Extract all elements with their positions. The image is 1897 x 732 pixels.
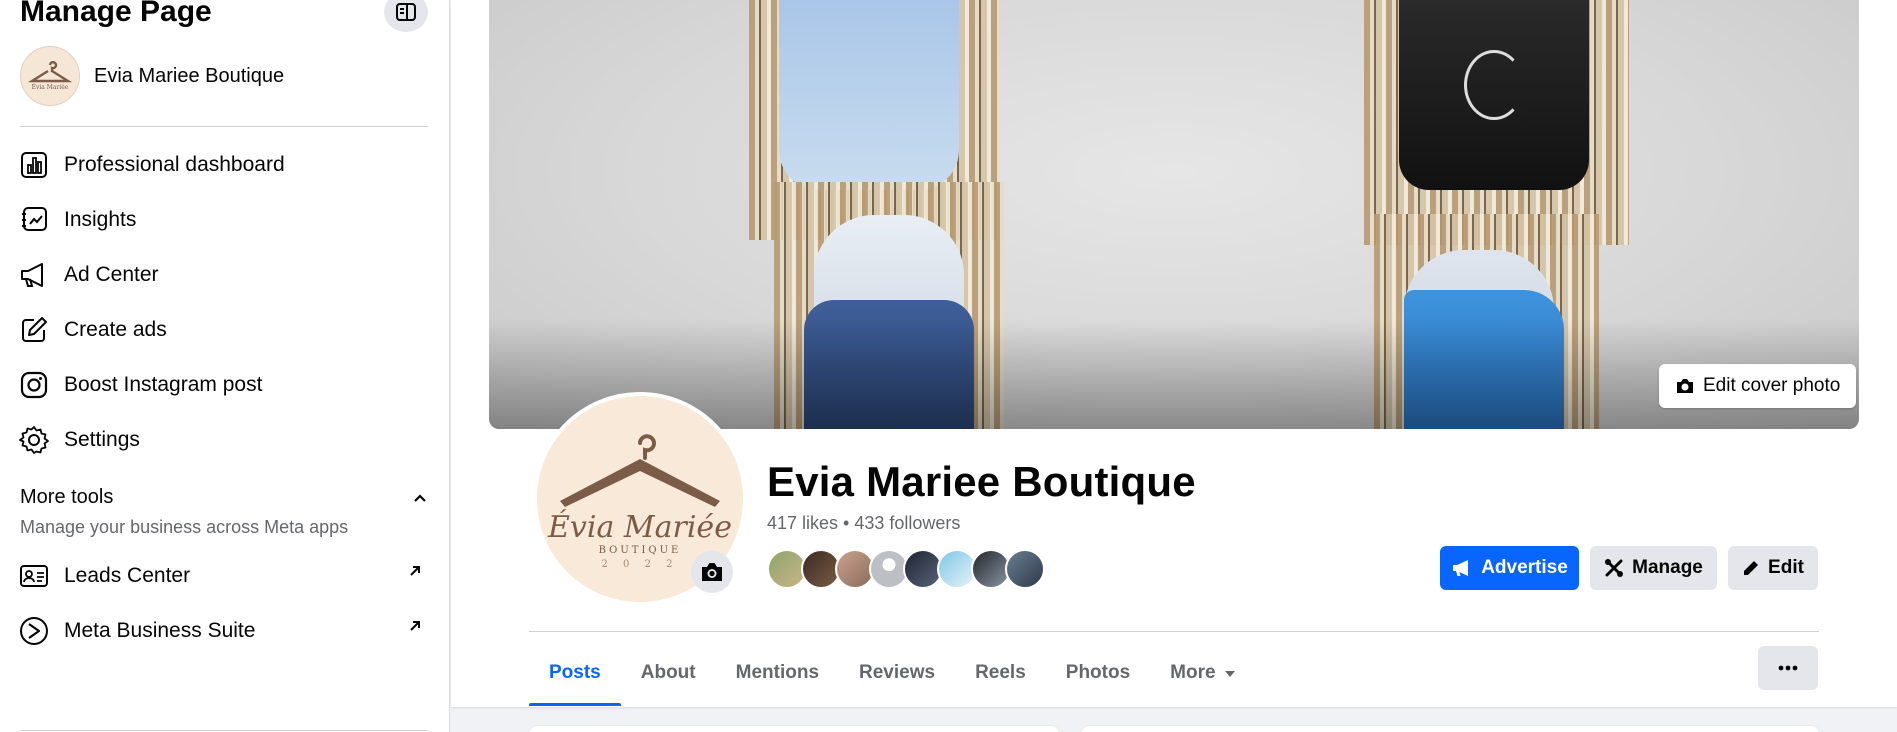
sidebar-item-label: Meta Business Suite <box>64 619 256 642</box>
sidebar-item-label: Create ads <box>64 318 167 341</box>
update-profile-picture-button[interactable] <box>691 551 733 593</box>
tab-posts[interactable]: Posts <box>529 640 621 706</box>
camera-icon <box>702 563 722 581</box>
tab-reels[interactable]: Reels <box>955 640 1046 706</box>
sidebar-item-label: Leads Center <box>64 564 191 587</box>
more-options-button[interactable] <box>1758 646 1818 690</box>
sidebar-item-label: Insights <box>64 208 137 231</box>
id-card-icon <box>18 560 50 592</box>
sidebar-item-insights[interactable]: Insights <box>18 198 438 242</box>
more-tools-subtitle: Manage your business across Meta apps <box>20 517 349 537</box>
tab-label: Reviews <box>859 662 936 683</box>
edit-cover-photo-button[interactable]: Edit cover photo <box>1659 364 1857 408</box>
sidebar-divider <box>20 126 428 127</box>
sidebar-item-label: Ad Center <box>64 263 159 286</box>
megaphone-icon <box>18 259 50 291</box>
page-avatar: Évia Mariée <box>20 46 80 106</box>
ellipsis-icon <box>1778 665 1798 671</box>
logo-year-text: 2 0 2 2 <box>602 559 679 569</box>
collapse-sidebar-button[interactable] <box>384 0 428 32</box>
page-tabs: Posts About Mentions Reviews Reels Photo… <box>529 640 1256 706</box>
advertise-label: Advertise <box>1481 557 1568 578</box>
advertise-button[interactable]: Advertise <box>1440 546 1579 590</box>
tab-photos[interactable]: Photos <box>1046 640 1150 706</box>
gear-icon <box>18 424 50 456</box>
edit-cover-photo-label: Edit cover photo <box>1703 375 1841 396</box>
tools-icon <box>1605 559 1624 577</box>
tab-about[interactable]: About <box>621 640 716 706</box>
sidebar-item-settings[interactable]: Settings <box>18 418 438 462</box>
right-column-card <box>1081 726 1819 732</box>
pencil-icon <box>1744 561 1759 575</box>
more-tools-section[interactable]: More tools Manage your business across M… <box>20 486 430 538</box>
page-main: Edit cover photo Évia Mariée BOUTIQUE 2 … <box>451 0 1897 732</box>
megaphone-icon <box>1453 560 1469 576</box>
profile-header-card: Edit cover photo Évia Mariée BOUTIQUE 2 … <box>451 0 1897 707</box>
camera-icon <box>1677 379 1693 393</box>
sidebar-item-label: Professional dashboard <box>64 153 285 176</box>
tab-mentions[interactable]: Mentions <box>716 640 839 706</box>
cover-photo[interactable]: Edit cover photo <box>489 0 1859 429</box>
left-column-card <box>529 726 1059 732</box>
sidebar-item-label: Boost Instagram post <box>64 373 263 396</box>
tab-label: About <box>640 662 696 683</box>
sidebar-item-create-ads[interactable]: Create ads <box>18 308 438 352</box>
tab-more[interactable]: More <box>1150 640 1255 706</box>
edit-label: Edit <box>1768 557 1804 578</box>
page-title: Evia Mariee Boutique <box>767 458 1196 505</box>
manage-button[interactable]: Manage <box>1590 546 1717 590</box>
sidebar-toggle-icon <box>396 3 416 21</box>
manage-page-sidebar: Manage Page Évia Mariée Evia Mariee Bout… <box>0 0 450 732</box>
tabs-divider <box>529 631 1819 632</box>
sidebar-item-label: Settings <box>64 428 140 451</box>
sidebar-item-boost-instagram-post[interactable]: Boost Instagram post <box>18 363 438 407</box>
chart-icon <box>18 149 50 181</box>
sidebar-title: Manage Page <box>20 0 212 28</box>
tab-label: Photos <box>1065 662 1131 683</box>
tab-label: More <box>1170 662 1216 683</box>
tab-label: Posts <box>549 662 601 683</box>
pencil-square-icon <box>18 314 50 346</box>
insights-icon <box>18 204 50 236</box>
sidebar-divider <box>20 730 428 731</box>
instagram-icon <box>18 369 50 401</box>
external-link-icon <box>408 619 422 638</box>
external-link-icon <box>408 564 422 583</box>
follower-avatars[interactable] <box>767 549 1045 589</box>
likes-followers-count[interactable]: 417 likes • 433 followers <box>767 513 960 534</box>
tab-label: Mentions <box>735 662 820 683</box>
logo-script-text: Évia Mariée <box>547 509 732 545</box>
tab-label: Reels <box>975 662 1026 683</box>
tab-reviews[interactable]: Reviews <box>839 640 955 706</box>
chevron-up-icon[interactable] <box>412 490 428 511</box>
sidebar-page-switcher[interactable]: Évia Mariée Evia Mariee Boutique <box>20 46 284 106</box>
sidebar-item-leads-center[interactable]: Leads Center <box>18 554 438 598</box>
edit-page-button[interactable]: Edit <box>1728 546 1818 590</box>
avatar[interactable] <box>1005 549 1045 589</box>
caret-down-icon <box>1224 662 1236 684</box>
sidebar-page-name: Evia Mariee Boutique <box>94 64 285 87</box>
manage-label: Manage <box>1632 557 1703 578</box>
meta-business-suite-icon <box>18 615 50 647</box>
more-tools-heading: More tools <box>20 486 114 508</box>
sidebar-item-meta-business-suite[interactable]: Meta Business Suite <box>18 609 438 653</box>
sidebar-item-professional-dashboard[interactable]: Professional dashboard <box>18 143 438 187</box>
logo-sub-text: BOUTIQUE <box>599 545 682 556</box>
svg-text:Évia Mariée: Évia Mariée <box>32 83 69 91</box>
sidebar-item-ad-center[interactable]: Ad Center <box>18 253 438 297</box>
